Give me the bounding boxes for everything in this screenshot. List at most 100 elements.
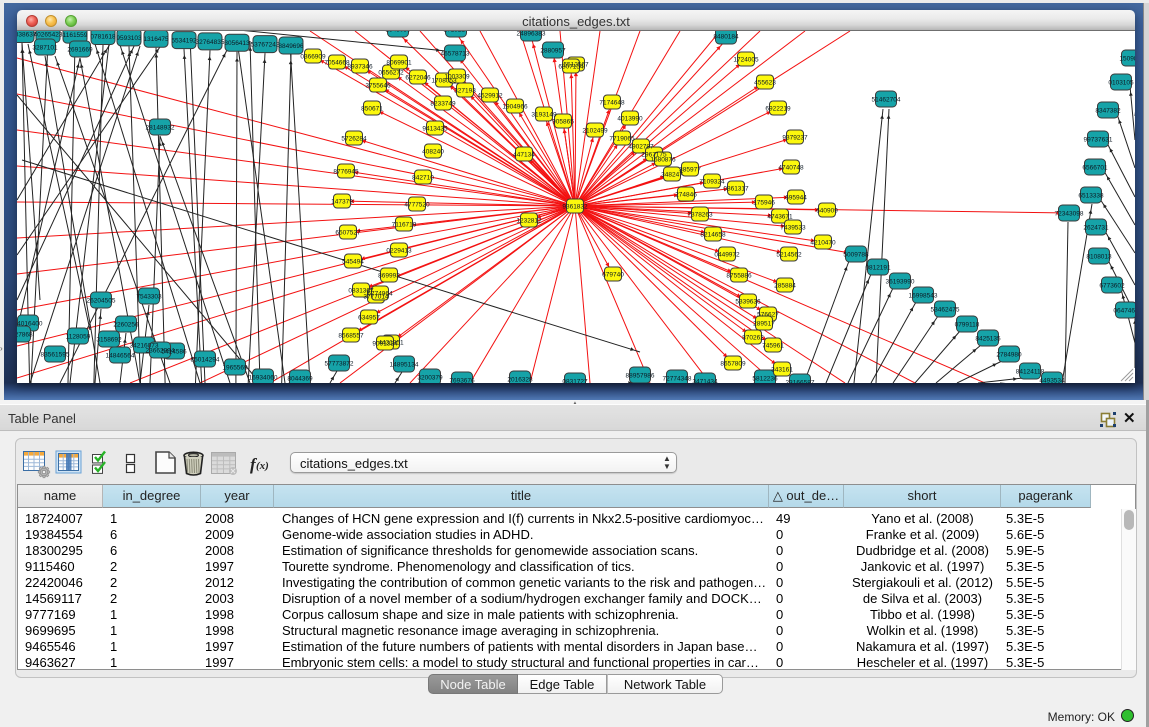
svg-text:0647468: 0647468: [1113, 308, 1135, 315]
svg-text:9091334: 9091334: [372, 341, 398, 348]
svg-text:3158692: 3158692: [96, 337, 122, 344]
svg-text:4902787: 4902787: [628, 144, 654, 151]
svg-text:8233749: 8233749: [430, 101, 456, 108]
svg-text:447134: 447134: [513, 152, 535, 159]
svg-text:5009788: 5009788: [843, 252, 869, 259]
svg-text:6922219: 6922219: [765, 106, 791, 113]
svg-text:695944: 695944: [785, 195, 807, 202]
svg-text:26204505: 26204505: [87, 298, 116, 305]
svg-text:7109324: 7109324: [699, 179, 725, 186]
svg-text:9413435: 9413435: [422, 126, 448, 133]
svg-text:6774964: 6774964: [367, 291, 393, 298]
svg-text:455623: 455623: [754, 80, 776, 87]
svg-text:3200379: 3200379: [417, 375, 443, 382]
svg-text:83561595: 83561595: [41, 352, 70, 359]
svg-text:23166587: 23166587: [786, 380, 815, 384]
svg-text:679740: 679740: [602, 272, 624, 279]
svg-text:(x): (x): [256, 460, 269, 472]
svg-text:5339636: 5339636: [735, 299, 761, 306]
svg-text:8657809: 8657809: [720, 361, 746, 368]
svg-text:870262: 870262: [742, 335, 764, 342]
svg-text:343161: 343161: [771, 367, 793, 374]
svg-text:28148932: 28148932: [146, 125, 175, 132]
svg-text:2784980: 2784980: [996, 352, 1022, 359]
svg-text:8044369: 8044369: [287, 376, 313, 383]
svg-text:1680876: 1680876: [650, 157, 676, 164]
svg-text:1509839: 1509839: [1119, 56, 1135, 63]
svg-text:57773872: 57773872: [325, 361, 354, 368]
svg-text:0831727: 0831727: [562, 379, 588, 384]
svg-text:2260256: 2260256: [113, 322, 139, 329]
svg-text:53462475: 53462475: [931, 307, 960, 314]
svg-text:5214562: 5214562: [776, 252, 802, 259]
svg-text:8937346: 8937346: [347, 64, 373, 71]
svg-text:905865: 905865: [552, 119, 574, 126]
svg-text:2691669: 2691669: [67, 47, 93, 54]
svg-text:850671: 850671: [361, 106, 383, 113]
svg-text:9361832: 9361832: [562, 204, 588, 211]
svg-text:72343098: 72343098: [1055, 211, 1084, 218]
svg-text:5726284: 5726284: [341, 136, 367, 143]
svg-text:7543303: 7543303: [136, 294, 162, 301]
svg-text:14846564: 14846564: [106, 353, 135, 360]
svg-text:2102499: 2102499: [582, 128, 608, 135]
svg-text:1003309: 1003309: [444, 74, 470, 81]
svg-text:745961: 745961: [762, 343, 784, 350]
svg-text:0103105: 0103105: [1108, 80, 1134, 87]
svg-text:1965569: 1965569: [222, 365, 248, 372]
svg-text:8425135: 8425135: [975, 336, 1001, 343]
svg-text:4493534: 4493534: [1039, 378, 1065, 384]
svg-text:3471434: 3471434: [692, 379, 718, 384]
svg-text:85014294: 85014294: [191, 357, 220, 364]
svg-text:1128059: 1128059: [66, 334, 91, 341]
svg-text:7439533: 7439533: [780, 225, 806, 232]
svg-text:348247: 348247: [661, 172, 683, 179]
svg-text:869993: 869993: [378, 273, 400, 280]
svg-text:408240: 408240: [422, 149, 444, 156]
svg-text:53767242: 53767242: [251, 42, 280, 49]
svg-text:16998543: 16998543: [909, 293, 938, 300]
svg-text:36193990: 36193990: [886, 279, 915, 286]
svg-text:84124118: 84124118: [1016, 369, 1045, 376]
svg-text:5812236: 5812236: [752, 376, 778, 383]
svg-text:7174648: 7174648: [599, 100, 625, 107]
svg-text:6507527: 6507527: [335, 230, 361, 237]
svg-text:0449972: 0449972: [714, 252, 740, 259]
svg-text:4013990: 4013990: [617, 116, 643, 123]
svg-text:51462704: 51462704: [872, 97, 901, 104]
svg-text:1161559: 1161559: [63, 32, 88, 39]
svg-text:0861317: 0861317: [723, 186, 749, 193]
svg-text:3755646: 3755646: [365, 83, 391, 90]
svg-text:7116719: 7116719: [392, 222, 417, 229]
svg-text:23662994: 23662994: [146, 348, 175, 355]
svg-text:274846: 274846: [675, 192, 697, 199]
svg-text:1904966: 1904966: [502, 104, 528, 111]
svg-text:9593103: 9593103: [116, 35, 142, 42]
svg-text:5534192: 5534192: [171, 38, 197, 45]
svg-text:16934060: 16934060: [249, 375, 278, 382]
svg-text:7693676: 7693676: [449, 378, 475, 384]
svg-text:8214658: 8214658: [700, 232, 726, 239]
svg-text:4740748: 4740748: [778, 165, 804, 172]
svg-text:1232812: 1232812: [516, 218, 542, 225]
svg-text:8347382: 8347382: [1095, 108, 1121, 115]
svg-text:147379: 147379: [331, 199, 353, 206]
svg-text:175946: 175946: [753, 200, 775, 207]
svg-text:545494: 545494: [342, 259, 364, 266]
svg-text:640909: 640909: [816, 208, 838, 215]
svg-text:4777520: 4777520: [404, 202, 430, 209]
svg-text:327193: 327193: [454, 88, 476, 95]
svg-text:2880957: 2880957: [540, 48, 566, 55]
svg-text:46578713: 46578713: [441, 51, 470, 58]
svg-text:2427868: 2427868: [17, 332, 33, 339]
svg-text:24896383: 24896383: [517, 31, 546, 38]
svg-text:9379237: 9379237: [782, 135, 808, 142]
svg-text:6513338: 6513338: [1078, 193, 1104, 200]
svg-text:4529912: 4529912: [477, 93, 503, 100]
svg-text:8568557: 8568557: [338, 333, 364, 340]
svg-text:7378263: 7378263: [687, 212, 713, 219]
svg-text:6807154: 6807154: [558, 64, 584, 71]
svg-text:289517: 289517: [753, 321, 775, 328]
svg-text:6272046: 6272046: [405, 75, 431, 82]
svg-text:576627: 576627: [757, 312, 779, 319]
